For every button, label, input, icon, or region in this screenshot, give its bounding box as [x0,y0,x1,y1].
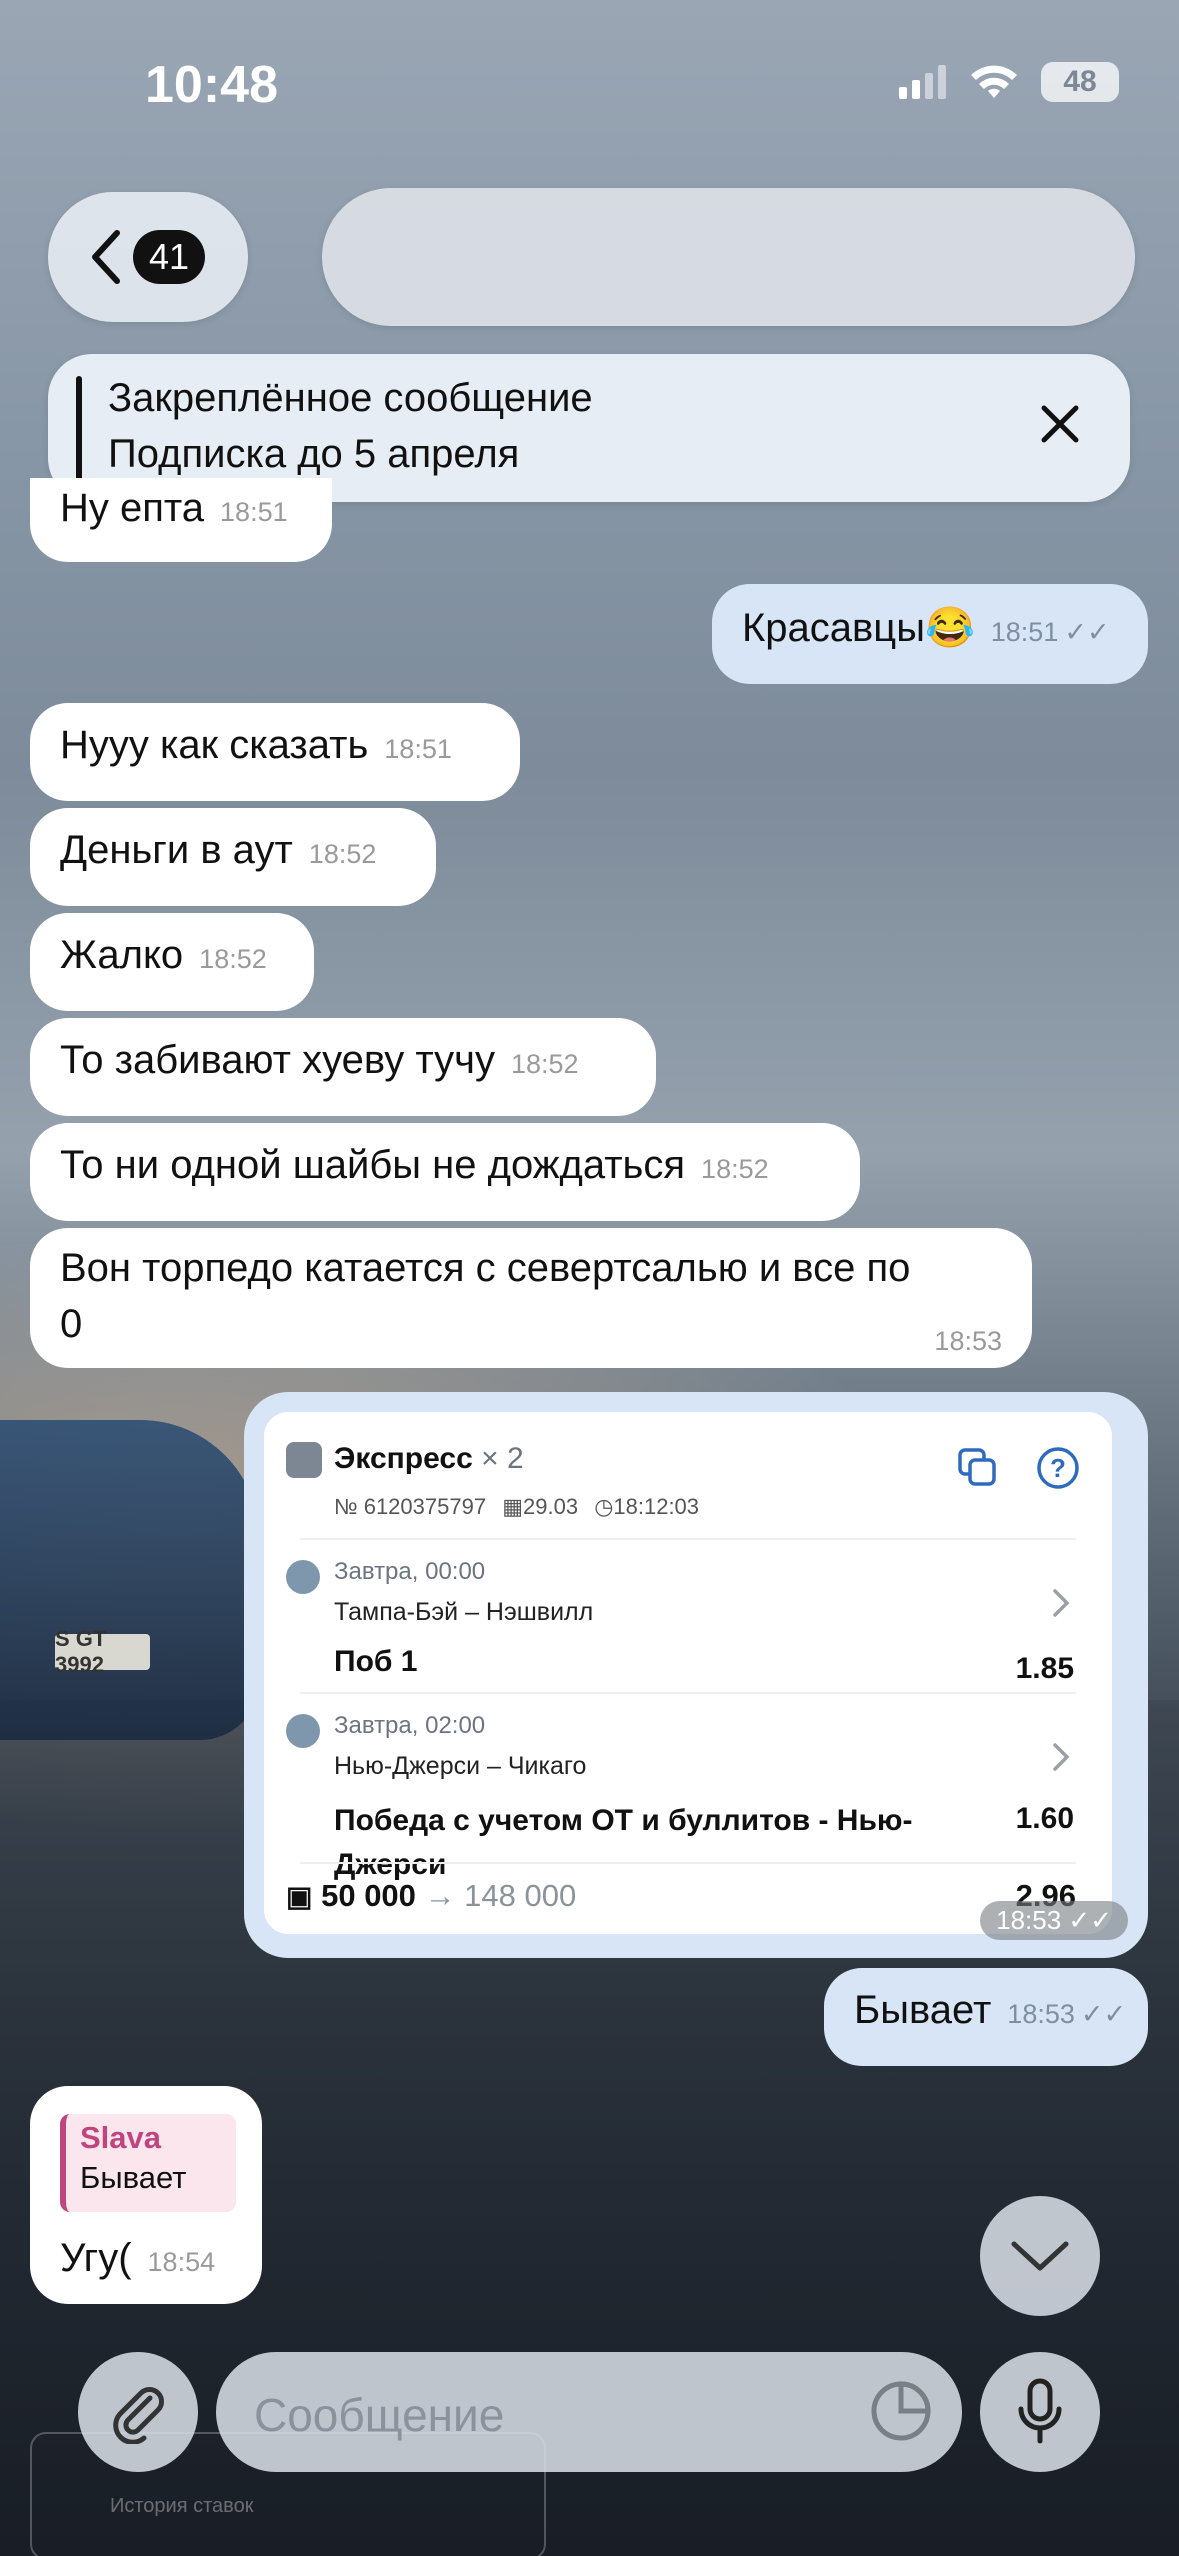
attach-button[interactable] [78,2352,198,2472]
unread-count-badge: 41 [132,230,206,284]
message-incoming[interactable]: Жалко 18:52 [30,913,314,1011]
chevron-right-icon [1053,1743,1070,1771]
message-text: Деньги в аут [60,828,293,872]
message-time: 18:52 [701,1154,769,1184]
bet-slip-card[interactable]: Экспресс × 2 № 6120375797 ▦29.03 ◷18:12:… [264,1412,1112,1934]
battery-indicator: 48 [1041,62,1119,102]
read-checks-icon: ✓✓ [1064,617,1110,647]
message-text: Бывает [854,1988,992,2032]
event-pick: Победа с учетом ОТ и буллитов - Нью-Джер… [334,1804,913,1881]
message-incoming[interactable]: То ни одной шайбы не дождаться 18:52 [30,1123,860,1221]
voice-record-button[interactable] [980,2352,1100,2472]
bet-clock: 18:12:03 [613,1494,700,1519]
message-outgoing[interactable]: Красавцы😂 18:51 ✓✓ [712,584,1148,684]
arrow-right-icon: → [424,1878,456,1913]
bet-multiplier: × 2 [481,1442,524,1475]
message-time: 18:53 ✓✓ [980,1901,1128,1940]
message-text: Жалко [60,933,184,977]
event-datetime: Завтра, 00:00 [334,1558,486,1585]
chevron-right-icon [1053,1589,1070,1617]
bet-stake: 50 000 [321,1878,416,1913]
bet-slip-message[interactable]: Экспресс × 2 № 6120375797 ▦29.03 ◷18:12:… [244,1392,1148,1958]
message-incoming[interactable]: Вон торпедо катается с севертсалью и все… [30,1228,1032,1368]
message-incoming-reply[interactable]: Slava Бывает Угу(18:54 [30,2086,262,2304]
car-plate: S GT 3992 [55,1626,150,1677]
hockey-icon [286,1714,320,1748]
bet-number: № 6120375797 [334,1494,487,1519]
pinned-accent-bar [76,376,82,482]
reply-author: Slava [80,2120,162,2155]
event-match: Тампа-Бэй – Нэшвилл [334,1598,594,1626]
message-text: То ни одной шайбы не дождаться [60,1143,686,1187]
chevron-down-icon [1011,2241,1069,2271]
wifi-icon [971,65,1017,98]
bet-payout: 148 000 [464,1878,577,1913]
message-text: То забивают хуеву тучу [60,1038,495,1082]
help-icon[interactable]: ? [1036,1446,1080,1490]
message-text: Угу(18:54 [60,2236,216,2280]
wallet-icon: ▣ [286,1881,313,1912]
chevron-left-icon [91,230,120,284]
microphone-icon [1018,2378,1062,2444]
message-input-placeholder: Сообщение [254,2389,505,2441]
message-time: 18:53 [1007,1999,1075,2029]
paperclip-icon [113,2387,164,2444]
clock-icon: ◷ [594,1494,614,1519]
event-odd: 1.85 [1015,1652,1074,1685]
message-time: 18:52 [199,944,267,974]
message-time: 18:51 [220,497,288,527]
event-odd: 1.60 [1015,1802,1074,1835]
message-time: 18:52 [511,1049,579,1079]
bet-event[interactable]: Завтра, 02:00 Нью-Джерси – Чикаго Победа… [334,1712,1074,1887]
status-icons: 48 [899,62,1119,102]
chat-title-pill[interactable] [322,188,1135,326]
status-time: 10:48 [145,56,278,114]
scroll-to-bottom-button[interactable] [980,2196,1100,2316]
sticker-icon[interactable] [868,2378,934,2444]
card-divider [300,1538,1076,1540]
background-car [0,1420,260,1740]
card-divider [300,1862,1076,1864]
bet-title: Экспресс × 2 [334,1442,524,1475]
back-button[interactable]: 41 [48,192,248,322]
message-time: 18:51 [990,617,1059,647]
read-checks-icon: ✓✓ [1080,1999,1127,2029]
message-time: 18:52 [308,839,377,869]
message-text: Вон торпедо катается с севертсалью и все… [60,1246,911,1346]
close-icon[interactable] [1030,394,1090,454]
message-time: 18:51 [384,734,452,764]
bet-meta: № 6120375797 ▦29.03 ◷18:12:03 [334,1494,699,1520]
card-divider [300,1692,1076,1694]
event-datetime: Завтра, 02:00 [334,1712,486,1739]
chat-screen: S GT 3992 10:48 48 41 Закреплённое сообщ… [0,0,1179,2556]
message-incoming[interactable]: Деньги в аут 18:52 [30,808,436,906]
calendar-icon: ▦ [502,1494,523,1519]
message-text: Красавцы😂 [742,606,975,650]
bet-totals: ▣ 50 000 → 148 000 2.96 [286,1878,1076,1914]
bet-date: 29.03 [523,1494,579,1519]
message-input[interactable]: Сообщение [216,2352,962,2472]
message-incoming[interactable]: Ну епта 18:51 [30,478,332,562]
event-pick: Поб 1 [334,1645,418,1678]
event-match: Нью-Джерси – Чикаго [334,1752,587,1780]
message-time: 18:54 [147,2247,216,2277]
pinned-title: Закреплённое сообщение [108,376,593,420]
reply-quote[interactable]: Slava Бывает [60,2114,236,2212]
pinned-text: Подписка до 5 апреля [108,432,520,476]
message-incoming[interactable]: То забивают хуеву тучу 18:52 [30,1018,656,1116]
background-history-label: История ставок [110,2495,254,2517]
clock-badge-icon [286,1442,322,1478]
reply-quoted-text: Бывает [80,2160,187,2195]
copy-icon[interactable] [956,1446,998,1488]
svg-text:?: ? [1050,1453,1066,1483]
bet-event[interactable]: Завтра, 00:00 Тампа-Бэй – Нэшвилл Поб 1 … [334,1558,1074,1685]
message-text: Ну епта [60,486,205,530]
message-outgoing[interactable]: Бывает 18:53 ✓✓ [824,1968,1148,2066]
cellular-signal-icon [899,65,946,99]
hockey-icon [286,1560,320,1594]
message-time: 18:53 [934,1326,1002,1356]
message-text: Нууу как сказать [60,723,369,767]
message-incoming[interactable]: Нууу как сказать 18:51 [30,703,520,801]
